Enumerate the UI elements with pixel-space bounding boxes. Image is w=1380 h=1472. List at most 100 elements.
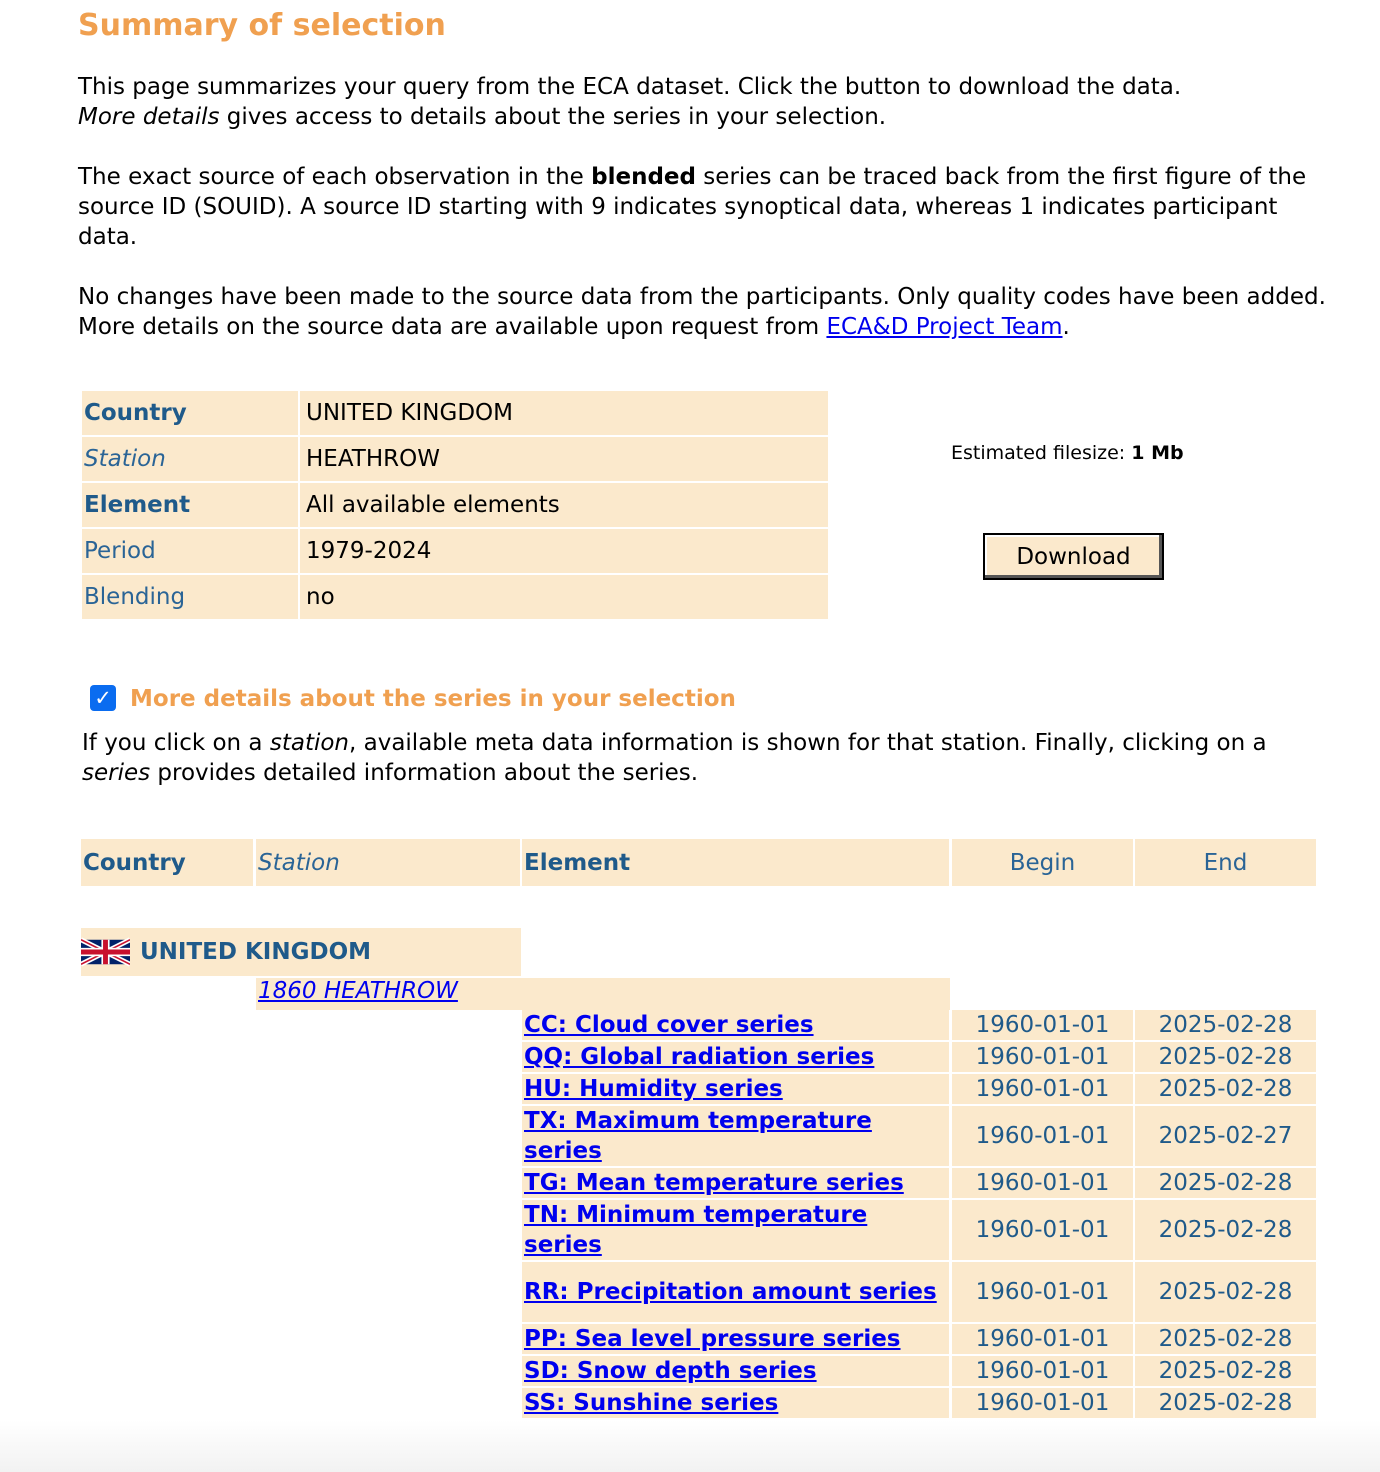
series-row: TX: Maximum temperature series 1960-01-01… — [522, 1106, 1316, 1166]
series-begin-date: 1960-01-01 — [952, 1262, 1133, 1322]
series-end-date: 2025-02-28 — [1135, 1074, 1316, 1104]
station-link[interactable]: 1860 HEATHROW — [258, 978, 458, 1004]
series-link[interactable]: SS: Sunshine series — [524, 1388, 778, 1418]
intro-text: . — [1062, 314, 1070, 340]
series-row: PP: Sea level pressure series 1960-01-01 2… — [522, 1324, 1316, 1354]
uk-flag-icon — [81, 937, 130, 967]
help-text: , available meta data information is sho… — [349, 730, 1267, 756]
series-begin-date: 1960-01-01 — [952, 1324, 1133, 1354]
series-end-date: 2025-02-28 — [1135, 1262, 1316, 1322]
summary-value: UNITED KINGDOM — [300, 391, 828, 435]
series-row: TG: Mean temperature series 1960-01-01 202… — [522, 1168, 1316, 1198]
column-header-element: Element — [522, 839, 949, 886]
series-end-date: 2025-02-28 — [1135, 1010, 1316, 1040]
intro-text: The exact source of each observation in … — [78, 164, 592, 190]
summary-row-element: Element All available elements — [82, 483, 828, 527]
series-link[interactable]: QQ: Global radiation series — [524, 1042, 874, 1072]
series-row: RR: Precipitation amount series 1960-01-0… — [522, 1262, 1316, 1322]
series-begin-date: 1960-01-01 — [952, 1356, 1133, 1386]
intro-text: gives access to details about the series… — [219, 104, 887, 130]
series-row: CC: Cloud cover series 1960-01-01 2025-02-… — [522, 1010, 1316, 1040]
series-begin-date: 1960-01-01 — [952, 1074, 1133, 1104]
blended-term: blended — [591, 164, 696, 190]
summary-key: Station — [82, 437, 298, 481]
summary-row-period: Period 1979-2024 — [82, 529, 828, 573]
series-row: SD: Snow depth series 1960-01-01 2025-02-2… — [522, 1356, 1316, 1386]
summary-value: no — [300, 575, 828, 619]
intro-text: No changes have been made to the source … — [78, 284, 1326, 340]
station-term: station — [269, 730, 349, 756]
estimated-filesize: Estimated filesize: 1 Mb — [951, 442, 1184, 464]
series-element-cell: CC: Cloud cover series — [522, 1010, 949, 1040]
series-row: QQ: Global radiation series 1960-01-01 202… — [522, 1042, 1316, 1072]
series-link[interactable]: RR: Precipitation amount series — [524, 1277, 937, 1307]
series-link[interactable]: TX: Maximum temperature series — [524, 1106, 949, 1166]
series-link[interactable]: SD: Snow depth series — [524, 1356, 817, 1386]
intro-paragraph-1: This page summarizes your query from the… — [78, 72, 1328, 132]
series-begin-date: 1960-01-01 — [952, 1200, 1133, 1260]
page-bottom-edge — [0, 1420, 1380, 1472]
series-element-cell: QQ: Global radiation series — [522, 1042, 949, 1072]
summary-key: Blending — [82, 575, 298, 619]
help-text: If you click on a — [82, 730, 270, 756]
summary-key: Period — [82, 529, 298, 573]
series-term: series — [82, 760, 151, 786]
series-element-cell: SS: Sunshine series — [522, 1388, 949, 1418]
series-link[interactable]: HU: Humidity series — [524, 1074, 783, 1104]
series-link[interactable]: PP: Sea level pressure series — [524, 1324, 901, 1354]
intro-paragraph-2: The exact source of each observation in … — [78, 162, 1328, 252]
country-group-row: UNITED KINGDOM — [81, 928, 521, 976]
series-end-date: 2025-02-27 — [1135, 1106, 1316, 1166]
station-group-row: 1860 HEATHROW — [256, 978, 950, 1010]
column-header-station: Station — [256, 839, 520, 886]
column-header-country: Country — [81, 839, 253, 886]
series-begin-date: 1960-01-01 — [952, 1168, 1133, 1198]
download-button[interactable]: Download — [983, 533, 1164, 580]
series-end-date: 2025-02-28 — [1135, 1200, 1316, 1260]
series-begin-date: 1960-01-01 — [952, 1388, 1133, 1418]
series-link[interactable]: TN: Minimum temperature series — [524, 1200, 949, 1260]
summary-key: Element — [82, 483, 298, 527]
summary-value: HEATHROW — [300, 437, 828, 481]
series-end-date: 2025-02-28 — [1135, 1168, 1316, 1198]
series-end-date: 2025-02-28 — [1135, 1324, 1316, 1354]
more-details-checkbox[interactable]: ✓ — [90, 685, 116, 711]
summary-value: All available elements — [300, 483, 828, 527]
series-element-cell: SD: Snow depth series — [522, 1356, 949, 1386]
selection-summary-table: Country UNITED KINGDOM Station HEATHROW … — [80, 389, 830, 621]
help-text: provides detailed information about the … — [150, 760, 699, 786]
series-begin-date: 1960-01-01 — [952, 1010, 1133, 1040]
summary-row-station: Station HEATHROW — [82, 437, 828, 481]
series-element-cell: TX: Maximum temperature series — [522, 1106, 949, 1166]
series-element-cell: TN: Minimum temperature series — [522, 1200, 949, 1260]
intro-paragraph-3: No changes have been made to the source … — [78, 282, 1328, 342]
country-name: UNITED KINGDOM — [140, 939, 372, 965]
column-header-begin: Begin — [952, 839, 1133, 886]
summary-row-blending: Blending no — [82, 575, 828, 619]
filesize-value: 1 Mb — [1131, 442, 1184, 464]
series-element-cell: RR: Precipitation amount series — [522, 1262, 949, 1322]
series-element-cell: PP: Sea level pressure series — [522, 1324, 949, 1354]
details-help-text: If you click on a station, available met… — [82, 728, 1322, 788]
more-details-label[interactable]: More details about the series in your se… — [130, 686, 736, 712]
series-row: TN: Minimum temperature series 1960-01-01… — [522, 1200, 1316, 1260]
summary-key: Country — [82, 391, 298, 435]
intro-text: This page summarizes your query from the… — [78, 74, 1182, 100]
series-end-date: 2025-02-28 — [1135, 1042, 1316, 1072]
filesize-label: Estimated filesize: — [951, 442, 1132, 464]
checkmark-icon: ✓ — [94, 686, 112, 710]
series-element-cell: HU: Humidity series — [522, 1074, 949, 1104]
summary-row-country: Country UNITED KINGDOM — [82, 391, 828, 435]
series-element-cell: TG: Mean temperature series — [522, 1168, 949, 1198]
series-begin-date: 1960-01-01 — [952, 1042, 1133, 1072]
summary-value: 1979-2024 — [300, 529, 828, 573]
series-link[interactable]: CC: Cloud cover series — [524, 1010, 814, 1040]
column-header-end: End — [1135, 839, 1316, 886]
series-end-date: 2025-02-28 — [1135, 1388, 1316, 1418]
series-row: HU: Humidity series 1960-01-01 2025-02-28 — [522, 1074, 1316, 1104]
series-end-date: 2025-02-28 — [1135, 1356, 1316, 1386]
project-team-link[interactable]: ECA&D Project Team — [826, 314, 1062, 340]
series-link[interactable]: TG: Mean temperature series — [524, 1168, 904, 1198]
series-begin-date: 1960-01-01 — [952, 1106, 1133, 1166]
page-title: Summary of selection — [78, 8, 446, 43]
